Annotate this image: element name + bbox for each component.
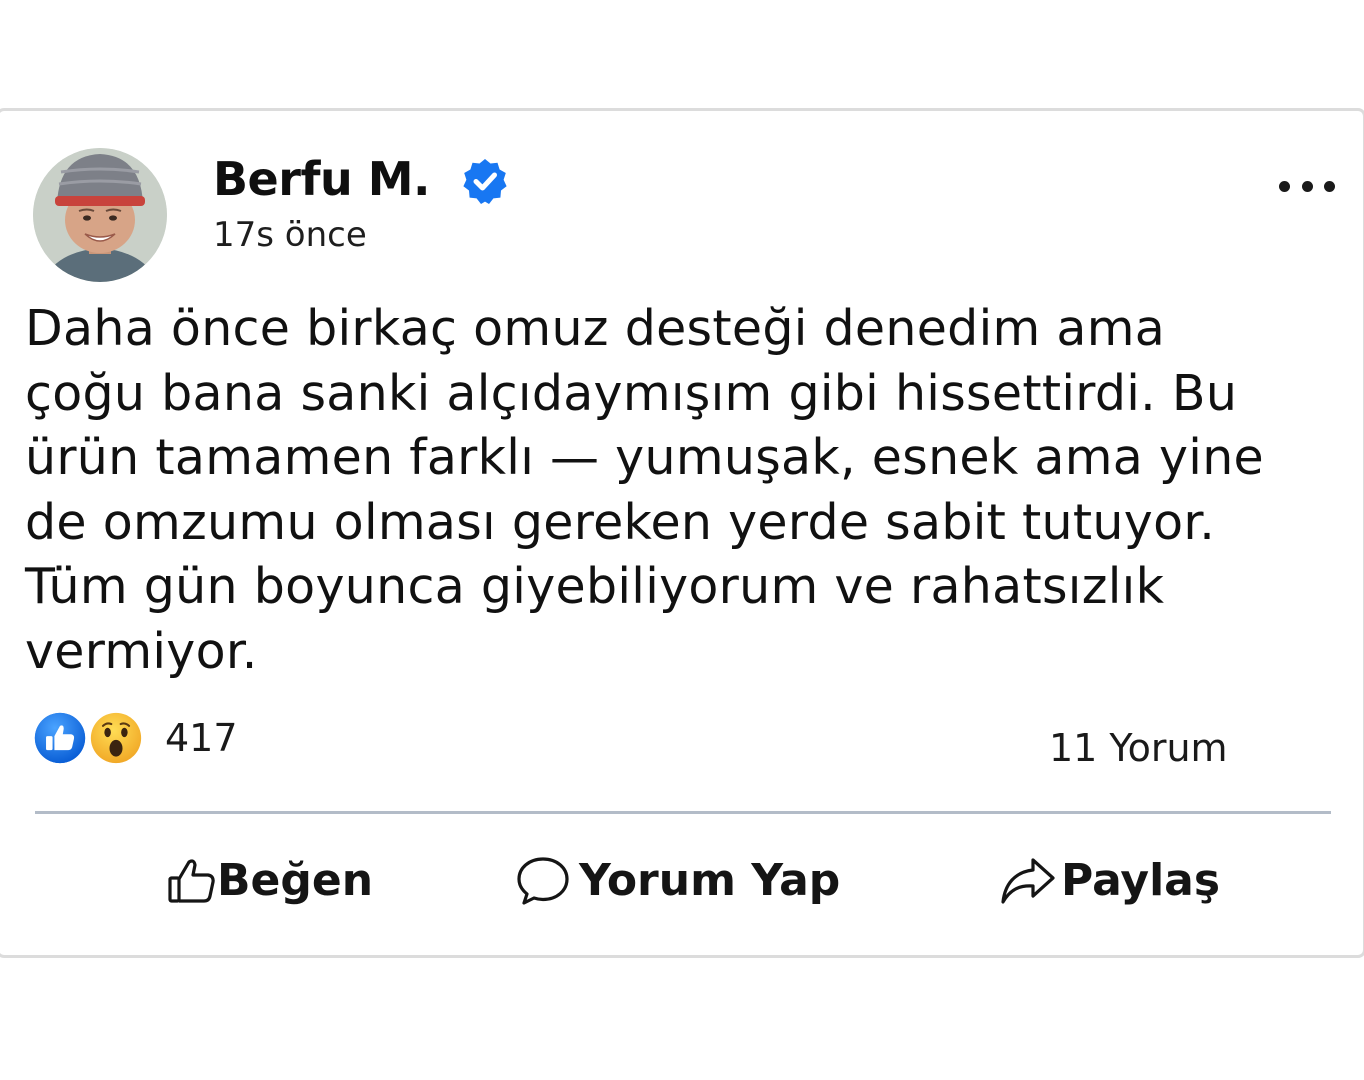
comment-button-label: Yorum Yap [579,855,841,906]
share-arrow-icon [1001,858,1055,904]
like-button[interactable]: Beğen [167,846,373,916]
post-card: Berfu M. 17s önce Daha önce birkaç omuz … [0,108,1364,958]
share-button[interactable]: Paylaş [999,846,1220,916]
reaction-count: 417 [165,716,238,760]
avatar-photo-icon [33,148,167,282]
author-name[interactable]: Berfu M. [213,149,430,209]
thumbs-up-icon [168,859,215,903]
verified-badge-icon [463,159,507,204]
comment-button[interactable]: Yorum Yap [515,846,840,916]
comment-count-link[interactable]: 11 Yorum [1049,723,1228,773]
share-button-label: Paylaş [1061,855,1221,906]
post-body-text: Daha önce birkaç omuz desteği denedim am… [25,300,1265,680]
divider [35,811,1331,814]
more-options-dot [1301,180,1313,192]
wow-reaction-icon [87,709,145,767]
post-timestamp[interactable]: 17s önce [213,213,367,257]
like-button-label: Beğen [217,855,374,906]
more-options-button[interactable] [1279,171,1335,201]
like-reaction-icon [31,709,89,767]
more-options-dot [1324,180,1335,192]
speech-bubble-icon [517,857,569,905]
author-avatar[interactable] [33,148,167,282]
more-options-icon [1279,180,1290,192]
reactions-summary[interactable]: 417 [31,708,238,768]
